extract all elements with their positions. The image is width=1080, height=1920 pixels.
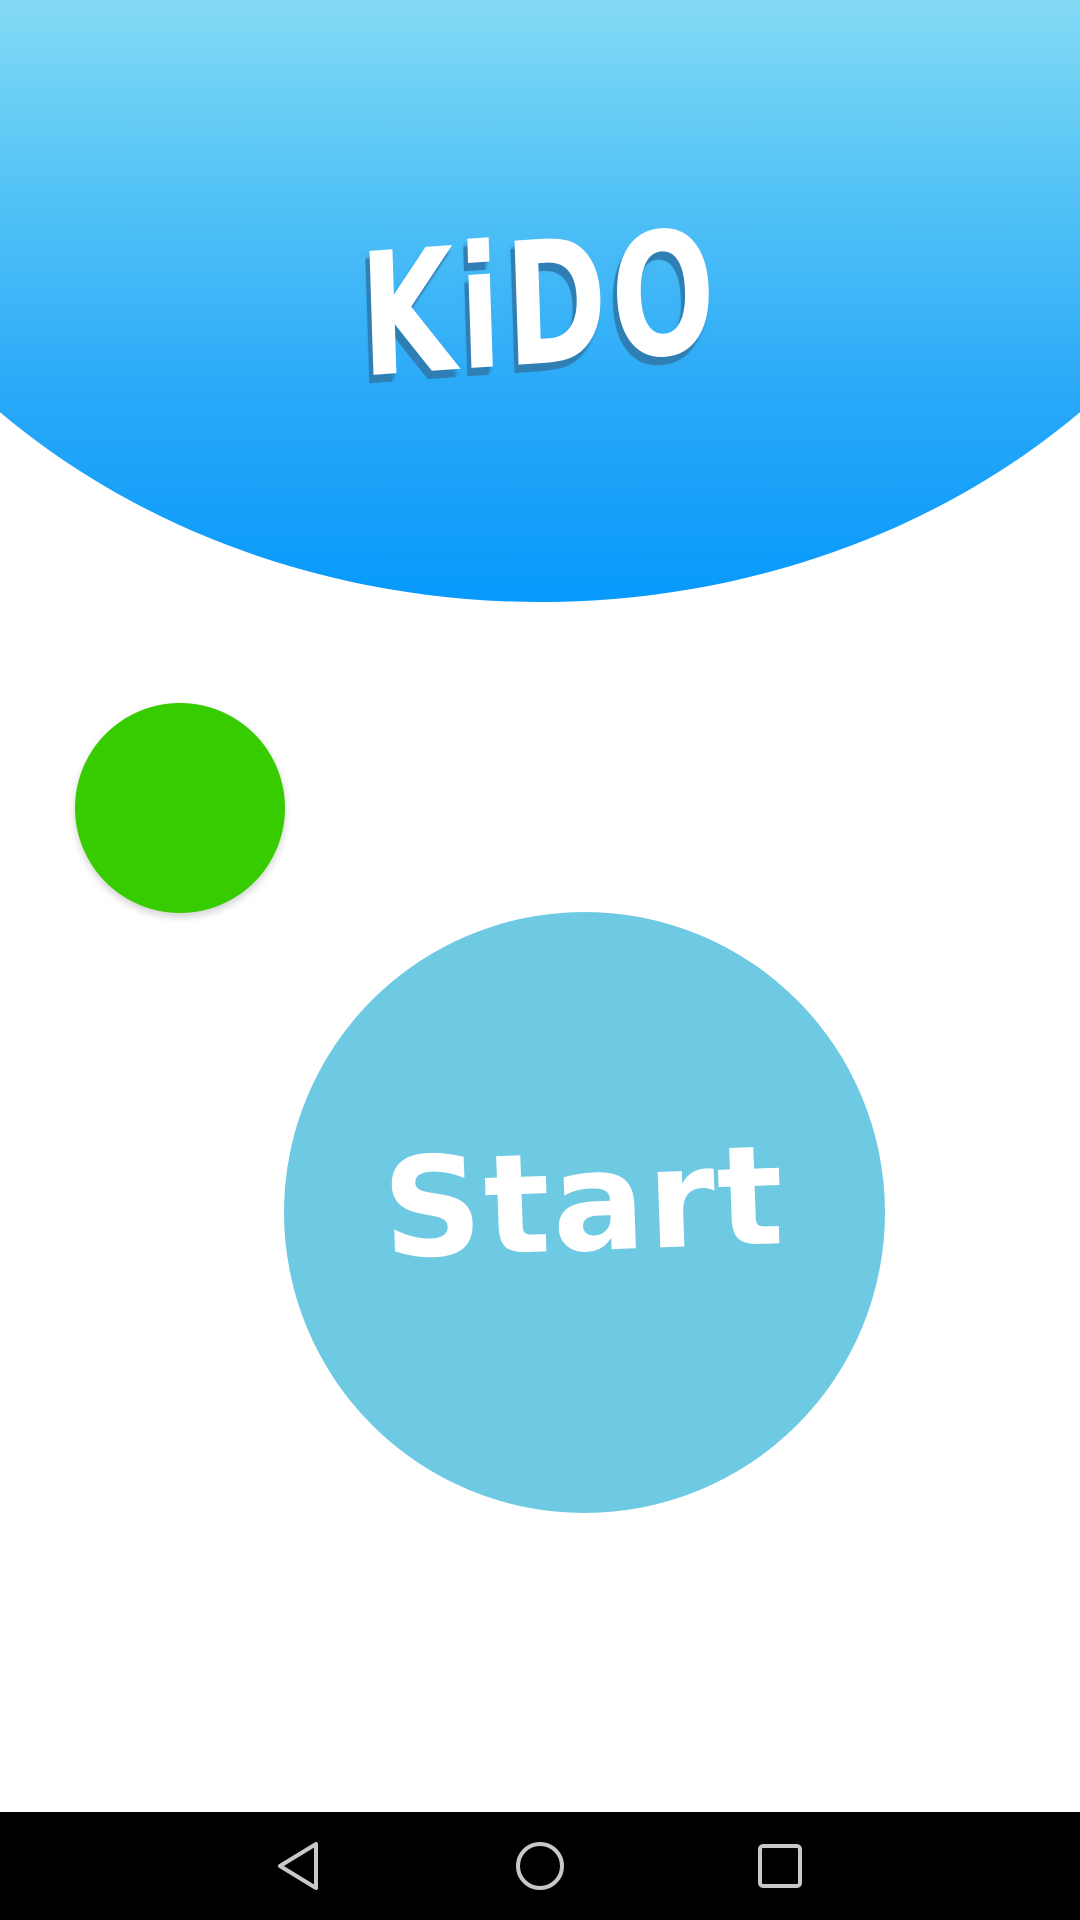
home-icon bbox=[516, 1842, 564, 1890]
nav-back-button[interactable] bbox=[264, 1830, 336, 1902]
status-indicator-dot bbox=[75, 703, 285, 913]
logo-text: KiDO bbox=[357, 193, 723, 417]
start-button-label: Start bbox=[380, 1114, 789, 1290]
start-button[interactable]: Start bbox=[284, 912, 885, 1513]
nav-recents-button[interactable] bbox=[744, 1830, 816, 1902]
nav-home-button[interactable] bbox=[504, 1830, 576, 1902]
app-logo: KiDO bbox=[357, 178, 722, 431]
app-screen: KiDO Start bbox=[0, 0, 1080, 1920]
back-icon bbox=[278, 1842, 318, 1890]
recents-icon bbox=[758, 1844, 802, 1888]
system-navigation-bar bbox=[0, 1812, 1080, 1920]
